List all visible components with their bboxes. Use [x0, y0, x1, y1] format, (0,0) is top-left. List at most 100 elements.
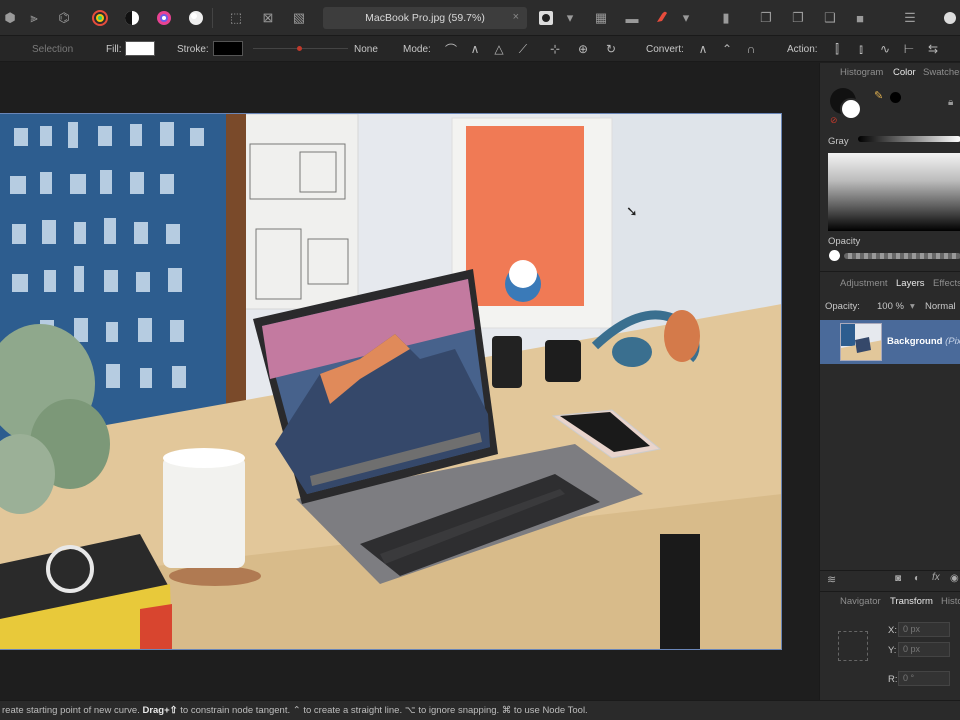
share-icon[interactable]: ⌬ [54, 8, 74, 28]
contrast-icon[interactable] [122, 8, 142, 28]
y-input[interactable]: 0 px [898, 642, 950, 657]
close-curve-icon[interactable]: ⫾ [852, 40, 870, 58]
mask-layer-icon[interactable]: ◙ [895, 573, 901, 584]
break-curve-icon[interactable]: ⫿ [828, 40, 846, 58]
new-curve-icon[interactable]: ⊹ [546, 40, 564, 58]
blend-mode-select[interactable]: Normal [925, 301, 956, 312]
lock-icon[interactable]: 🔒︎ [948, 97, 953, 108]
arrange-forward-icon[interactable]: ❐ [788, 8, 808, 28]
x-input[interactable]: 0 px [898, 622, 950, 637]
layer-row-background[interactable]: Background (Pixel) [820, 320, 960, 364]
snapping-toggle-icon[interactable]: ▬ [622, 8, 642, 28]
persona-icon[interactable]: ⬢ [0, 8, 20, 28]
fill-label: Fill: [106, 44, 122, 55]
no-color-icon[interactable]: ⊘ [830, 115, 838, 126]
panel-divider [820, 271, 960, 272]
stroke-color-swatch[interactable] [213, 41, 243, 56]
align-icon[interactable]: ☰ [900, 8, 920, 28]
layers-action-bar: ≋ ◙ ◐ fx ◉ [820, 570, 960, 588]
color-wheel-icon[interactable] [90, 8, 110, 28]
color-picker-icon[interactable]: ✎ [874, 89, 883, 102]
canvas-area[interactable]: ➘ [0, 63, 819, 700]
export-persona-icon[interactable]: ⫸ [24, 8, 44, 28]
y-label: Y: [888, 645, 897, 656]
opacity-knob[interactable] [829, 250, 840, 261]
stroke-label: Stroke: [177, 44, 209, 55]
status-text-part1: reate starting point of new curve. [2, 705, 143, 716]
smart-mode-icon[interactable]: ∧ [466, 40, 484, 58]
smooth-curve-icon[interactable]: ∿ [876, 40, 894, 58]
arrange-back-icon[interactable]: ❐ [756, 8, 776, 28]
x-label: X: [888, 625, 897, 636]
stroke-width-value[interactable]: None [354, 44, 378, 55]
rotation-label: R: [888, 674, 898, 685]
opacity-slider[interactable] [844, 253, 960, 259]
convert-sharp-icon[interactable]: ∧ [694, 40, 712, 58]
convert-smooth-icon[interactable]: ⌃ [718, 40, 736, 58]
assistant-icon[interactable] [940, 8, 960, 28]
mode-label: Mode: [403, 44, 431, 55]
brush-icon[interactable]: ▮ [716, 8, 736, 28]
panel-divider [820, 591, 960, 592]
document-tab[interactable]: MacBook Pro.jpg (59.7%) × [323, 7, 527, 29]
document-image[interactable] [0, 113, 782, 650]
mask-dropdown-icon[interactable]: ▾ [560, 8, 580, 28]
layer-name: Background (Pixel) [887, 336, 960, 347]
action-label: Action: [787, 44, 818, 55]
subtract-curve-icon[interactable]: ↻ [602, 40, 620, 58]
tab-swatches[interactable]: Swatches [923, 67, 960, 78]
tab-transform[interactable]: Transform [890, 596, 933, 607]
layer-opacity-dropdown-icon[interactable]: ▾ [910, 301, 915, 312]
join-curves-icon[interactable]: ⊢ [900, 40, 918, 58]
snapping-dropdown-icon[interactable]: ▾ [676, 8, 696, 28]
stroke-width-knob[interactable] [297, 46, 302, 51]
tab-navigator[interactable]: Navigator [840, 596, 881, 607]
white-balance-icon[interactable] [186, 8, 206, 28]
polygon-mode-icon[interactable]: △ [490, 40, 508, 58]
pen-mode-icon[interactable]: ⌒ [442, 40, 460, 58]
marquee-select-icon[interactable]: ⬚ [226, 8, 246, 28]
app-window: ⬢ ⫸ ⌬ ⬚ ⊠ ▧ MacBook Pro.jpg (59.7%) × ▾ … [0, 0, 960, 720]
fill-color-swatch[interactable] [125, 41, 155, 56]
main-toolbar: ⬢ ⫸ ⌬ ⬚ ⊠ ▧ MacBook Pro.jpg (59.7%) × ▾ … [0, 0, 960, 36]
selection-label[interactable]: Selection [32, 44, 73, 55]
status-bar: reate starting point of new curve. Drag+… [0, 700, 960, 720]
gray-slider[interactable] [858, 136, 960, 142]
convert-label: Convert: [646, 44, 684, 55]
rotation-input[interactable]: 0 ° [898, 671, 950, 686]
hue-icon[interactable] [154, 8, 174, 28]
arrange-front-icon[interactable]: ❑ [820, 8, 840, 28]
tab-layers[interactable]: Layers [896, 278, 925, 289]
deselect-icon[interactable]: ⊠ [258, 8, 278, 28]
add-layer-icon[interactable]: ◉ [950, 573, 959, 584]
layer-opacity-value[interactable]: 100 % [877, 301, 904, 312]
secondary-color-well[interactable] [840, 98, 862, 120]
studio-panel: Histogram Color Swatches ⊘ ✎ 🔒︎ Gray Opa… [819, 63, 960, 700]
context-toolbar: Selection Fill: Stroke: None Mode: ⌒ ∧ △… [0, 36, 960, 62]
line-mode-icon[interactable]: ⟋ [514, 40, 532, 58]
adjustment-layer-icon[interactable]: ◐ [914, 573, 920, 584]
close-tab-icon[interactable]: × [513, 11, 519, 23]
grid-icon[interactable]: ▦ [591, 8, 611, 28]
tab-effects[interactable]: Effects [933, 278, 960, 289]
tab-histogram[interactable]: Histogram [840, 67, 883, 78]
tab-color[interactable]: Color [893, 67, 916, 78]
toolbar-divider [212, 8, 213, 28]
status-drag-modifier: Drag+⇧ [142, 705, 178, 716]
add-curve-icon[interactable]: ⊕ [574, 40, 592, 58]
tab-adjustment[interactable]: Adjustment [840, 278, 888, 289]
reverse-curve-icon[interactable]: ⇆ [924, 40, 942, 58]
gray-color-field[interactable] [828, 153, 960, 231]
layer-stack-icon[interactable]: ≋ [827, 573, 836, 586]
arrange-top-icon[interactable]: ■ [850, 8, 870, 28]
document-tab-title: MacBook Pro.jpg (59.7%) [365, 12, 485, 24]
gray-label: Gray [828, 136, 849, 147]
fx-icon[interactable]: fx [932, 572, 940, 583]
magnet-snapping-icon[interactable] [652, 8, 672, 28]
picked-color-swatch[interactable] [890, 92, 901, 103]
quick-mask-icon[interactable] [536, 8, 556, 28]
anchor-selector[interactable] [838, 631, 868, 661]
convert-smart-icon[interactable]: ∩ [742, 40, 760, 58]
invert-selection-icon[interactable]: ▧ [289, 8, 309, 28]
tab-history[interactable]: History [941, 596, 960, 607]
